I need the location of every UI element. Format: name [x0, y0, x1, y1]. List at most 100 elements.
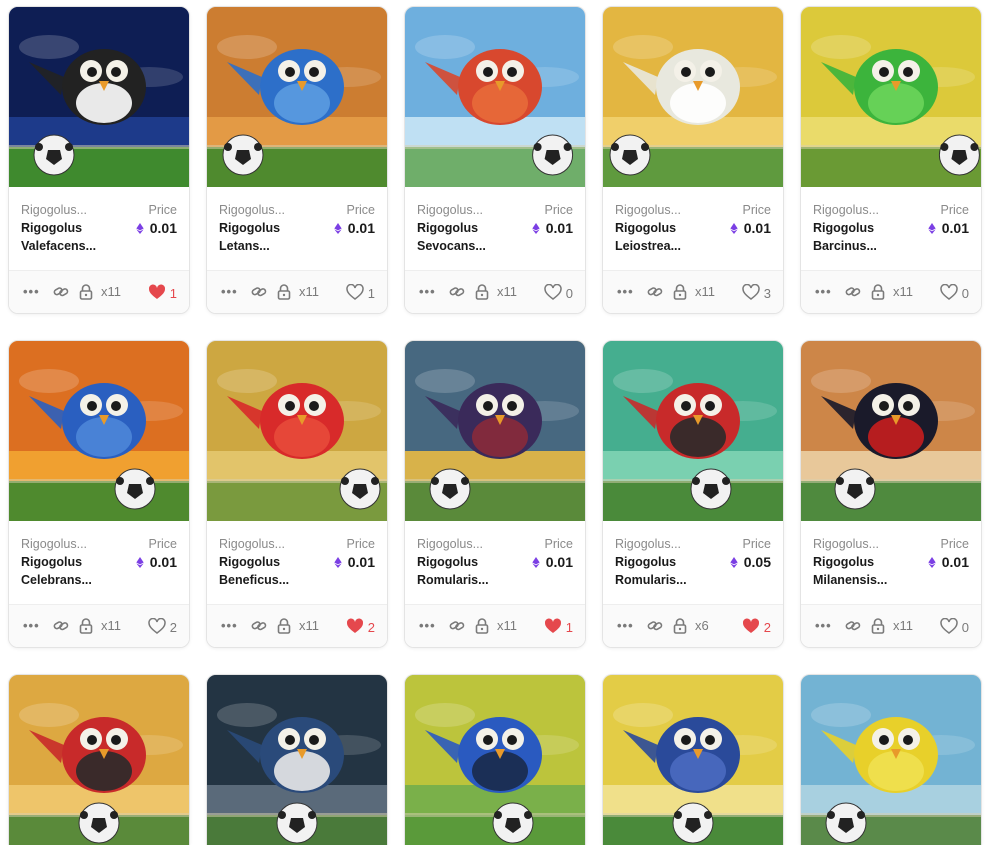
artwork-image	[9, 341, 189, 521]
collection-name[interactable]: Rigogolus...	[615, 535, 687, 553]
card-action-bar: ••• x11 3	[603, 270, 783, 313]
nft-card[interactable]: Rigogolus... Rigogolus Leiostrea... Pric…	[602, 6, 784, 314]
collection-name[interactable]: Rigogolus...	[219, 201, 285, 219]
card-thumbnail[interactable]	[603, 7, 783, 187]
heart-icon	[346, 283, 364, 303]
collection-name[interactable]: Rigogolus...	[615, 201, 681, 219]
item-name-line2: Barcinus...	[813, 239, 877, 253]
artwork-image	[9, 7, 189, 187]
card-thumbnail[interactable]	[801, 341, 981, 521]
card-thumbnail[interactable]	[405, 7, 585, 187]
price-value: 0.01	[730, 219, 771, 237]
like-button[interactable]: 0	[940, 283, 969, 303]
more-dots-icon[interactable]: •••	[221, 618, 238, 634]
link-icon[interactable]	[647, 284, 663, 300]
nft-card[interactable]: Rigogolus... Rigogolus Sevocans... Price…	[404, 6, 586, 314]
item-name-line2: Romularis...	[615, 573, 687, 587]
like-button[interactable]: 2	[148, 617, 177, 635]
nft-card[interactable]	[800, 674, 982, 845]
card-thumbnail[interactable]	[207, 7, 387, 187]
card-info: Rigogolus... Rigogolus Romularis... Pric…	[603, 521, 783, 605]
card-info: Rigogolus... Rigogolus Leiostrea... Pric…	[603, 187, 783, 271]
artwork-image	[603, 675, 783, 845]
card-thumbnail[interactable]	[9, 675, 189, 845]
card-thumbnail[interactable]	[405, 675, 585, 845]
nft-card[interactable]	[8, 674, 190, 845]
card-thumbnail[interactable]	[207, 675, 387, 845]
link-icon[interactable]	[251, 284, 267, 300]
nft-card[interactable]	[404, 674, 586, 845]
edition-quantity: x11	[893, 284, 913, 299]
item-name-line1: Rigogolus	[21, 221, 83, 235]
card-thumbnail[interactable]	[603, 341, 783, 521]
collection-name[interactable]: Rigogolus...	[417, 201, 486, 219]
more-dots-icon[interactable]: •••	[815, 284, 832, 300]
card-thumbnail[interactable]	[207, 341, 387, 521]
collection-name[interactable]: Rigogolus...	[21, 535, 92, 553]
price-label: Price	[346, 203, 375, 217]
card-thumbnail[interactable]	[9, 7, 189, 187]
like-button[interactable]: 3	[742, 283, 771, 301]
collection-name[interactable]: Rigogolus...	[813, 535, 887, 553]
link-icon[interactable]	[449, 284, 465, 300]
nft-card[interactable]	[206, 674, 388, 845]
more-dots-icon[interactable]: •••	[23, 284, 40, 300]
price-value: 0.01	[928, 219, 969, 237]
card-thumbnail[interactable]	[801, 7, 981, 187]
price-value: 0.01	[136, 553, 177, 571]
collection-name[interactable]: Rigogolus...	[417, 535, 489, 553]
nft-card[interactable]: Rigogolus... Rigogolus Letans... Price 0…	[206, 6, 388, 314]
nft-card[interactable]: Rigogolus... Rigogolus Barcinus... Price…	[800, 6, 982, 314]
item-name-line1: Rigogolus	[615, 555, 677, 569]
ethereum-icon	[532, 223, 540, 234]
more-dots-icon[interactable]: •••	[23, 618, 40, 634]
card-info: Rigogolus... Rigogolus Sevocans... Price…	[405, 187, 585, 271]
price-amount: 0.05	[743, 554, 771, 570]
more-dots-icon[interactable]: •••	[815, 618, 832, 634]
more-dots-icon[interactable]: •••	[221, 284, 238, 300]
link-icon[interactable]	[845, 284, 861, 300]
nft-card[interactable]: Rigogolus... Rigogolus Romularis... Pric…	[404, 340, 586, 648]
card-thumbnail[interactable]	[9, 341, 189, 521]
item-name-line1: Rigogolus	[615, 221, 677, 235]
card-thumbnail[interactable]	[405, 341, 585, 521]
edition-quantity: x11	[299, 618, 319, 633]
link-icon[interactable]	[845, 618, 861, 634]
like-button[interactable]: 2	[742, 618, 771, 635]
price-amount: 0.01	[743, 220, 771, 236]
nft-card[interactable]: Rigogolus... Rigogolus Milanensis... Pri…	[800, 340, 982, 648]
collection-name[interactable]: Rigogolus...	[21, 201, 96, 219]
nft-card[interactable]	[602, 674, 784, 845]
collection-name[interactable]: Rigogolus...	[219, 535, 289, 553]
link-icon[interactable]	[647, 618, 663, 634]
link-icon[interactable]	[449, 618, 465, 634]
like-button[interactable]: 0	[940, 617, 969, 635]
nft-card[interactable]: Rigogolus... Rigogolus Beneficus... Pric…	[206, 340, 388, 648]
nft-card[interactable]: Rigogolus... Rigogolus Romularis... Pric…	[602, 340, 784, 648]
heart-icon	[940, 283, 958, 303]
like-button[interactable]: 0	[544, 283, 573, 301]
link-icon[interactable]	[251, 618, 267, 634]
price-value: 0.01	[928, 553, 969, 571]
like-button[interactable]: 2	[346, 618, 375, 635]
more-dots-icon[interactable]: •••	[419, 618, 436, 634]
nft-card[interactable]: Rigogolus... Rigogolus Celebrans... Pric…	[8, 340, 190, 648]
card-action-bar: ••• x6 2	[603, 604, 783, 647]
more-dots-icon[interactable]: •••	[419, 284, 436, 300]
more-dots-icon[interactable]: •••	[617, 284, 634, 300]
card-thumbnail[interactable]	[801, 675, 981, 845]
item-name-line2: Celebrans...	[21, 573, 92, 587]
card-action-bar: ••• x11 0	[405, 270, 585, 313]
link-icon[interactable]	[53, 618, 69, 634]
like-button[interactable]: 1	[346, 283, 375, 303]
card-thumbnail[interactable]	[603, 675, 783, 845]
link-icon[interactable]	[53, 284, 69, 300]
like-button[interactable]: 1	[544, 618, 573, 635]
more-dots-icon[interactable]: •••	[617, 618, 634, 634]
like-button[interactable]: 1	[148, 284, 177, 301]
nft-card[interactable]: Rigogolus... Rigogolus Valefacens... Pri…	[8, 6, 190, 314]
card-info: Rigogolus... Rigogolus Milanensis... Pri…	[801, 521, 981, 605]
item-name-line2: Valefacens...	[21, 239, 97, 253]
artwork-image	[801, 7, 981, 187]
collection-name[interactable]: Rigogolus...	[813, 201, 879, 219]
